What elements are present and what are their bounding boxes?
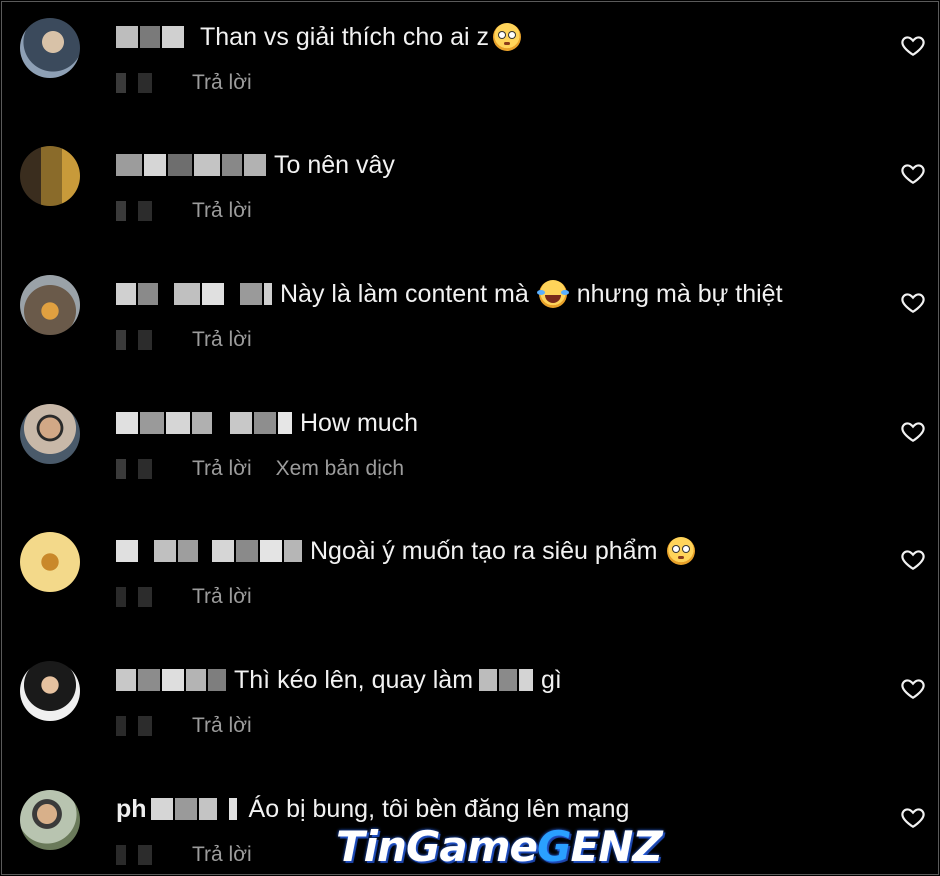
timestamp-pixelated [116,73,158,93]
comment-item: Thì kéo lên, quay làm gì Trả lời [0,643,940,743]
comment-item: Này là làm content mà nhưng mà bự thiệt … [0,257,940,357]
avatar[interactable] [20,404,80,464]
comment-text: Thì kéo lên, quay làm [234,666,474,694]
comment-body: ph Áo bị bung, tôi bèn đăng lên mạng [116,794,629,824]
comment-item: Ngoài ý muốn tạo ra siêu phẩm Trả lời [0,514,940,614]
heart-icon[interactable] [900,546,926,572]
comment-body: Than vs giải thích cho ai z [116,22,525,52]
timestamp-pixelated [116,716,158,736]
comment-text: How much [300,409,419,437]
reply-button[interactable]: Trả lời [192,199,252,223]
watermark-logo: TinGameGENZ [336,822,663,871]
comment-body: Ngoài ý muốn tạo ra siêu phẩm [116,536,699,566]
username-pixelated[interactable] [116,26,186,48]
timestamp-pixelated [116,459,158,479]
comment-meta: Trả lời Xem bản dịch [116,456,404,482]
avatar[interactable] [20,532,80,592]
comment-item: To nên vây Trả lời [0,128,940,228]
comment-text-continued: gì [541,666,562,694]
comment-text: Này là làm content mà [280,280,529,308]
comment-item: Than vs giải thích cho ai z Trả lời [0,0,940,100]
timestamp-pixelated [116,845,158,865]
flushed-face-icon [493,23,522,51]
avatar[interactable] [20,146,80,206]
comment-text: Áo bị bung, tôi bèn đăng lên mạng [248,795,630,823]
username-pixelated[interactable] [150,798,239,820]
comment-meta: Trả lời [116,713,276,739]
comment-meta: Trả lời [116,327,276,353]
comment-body: To nên vây [116,150,395,180]
heart-icon[interactable] [900,289,926,315]
reply-button[interactable]: Trả lời [192,71,252,95]
reply-button[interactable]: Trả lời [192,585,252,609]
reply-button[interactable]: Trả lời [192,328,252,352]
heart-icon[interactable] [900,32,926,58]
timestamp-pixelated [116,330,158,350]
avatar[interactable] [20,275,80,335]
laughing-tears-face-icon [536,280,569,308]
heart-icon[interactable] [900,675,926,701]
username-pixelated[interactable] [116,412,294,434]
reply-button[interactable]: Trả lời [192,843,252,867]
flushed-face-icon [667,537,696,565]
username-pixelated[interactable] [116,669,228,691]
comment-text: Ngoài ý muốn tạo ra siêu phẩm [310,537,658,565]
comment-text-continued: nhưng mà bự thiệt [576,280,783,308]
timestamp-pixelated [116,587,158,607]
comment-body: Này là làm content mà nhưng mà bự thiệt [116,279,783,309]
comment-meta: Trả lời [116,842,276,868]
comment-meta: Trả lời [116,70,276,96]
avatar[interactable] [20,18,80,78]
username-pixelated[interactable] [116,540,304,562]
timestamp-pixelated [116,201,158,221]
comment-body: Thì kéo lên, quay làm gì [116,665,562,695]
reply-button[interactable]: Trả lời [192,457,252,481]
comment-text: Than vs giải thích cho ai z [200,23,490,51]
comment-meta: Trả lời [116,584,276,610]
comment-text: To nên vây [274,151,395,179]
comment-body: How much [116,408,418,438]
see-translation-link[interactable]: Xem bản dịch [276,457,404,481]
heart-icon[interactable] [900,160,926,186]
reply-button[interactable]: Trả lời [192,714,252,738]
username-pixelated[interactable] [116,283,274,305]
comment-item: How much Trả lời Xem bản dịch [0,386,940,486]
avatar[interactable] [20,661,80,721]
censored-word [479,669,535,691]
username-partial[interactable]: ph [116,795,147,824]
heart-icon[interactable] [900,418,926,444]
username-pixelated[interactable] [116,154,268,176]
comment-meta: Trả lời [116,198,276,224]
avatar[interactable] [20,790,80,850]
heart-icon[interactable] [900,804,926,830]
